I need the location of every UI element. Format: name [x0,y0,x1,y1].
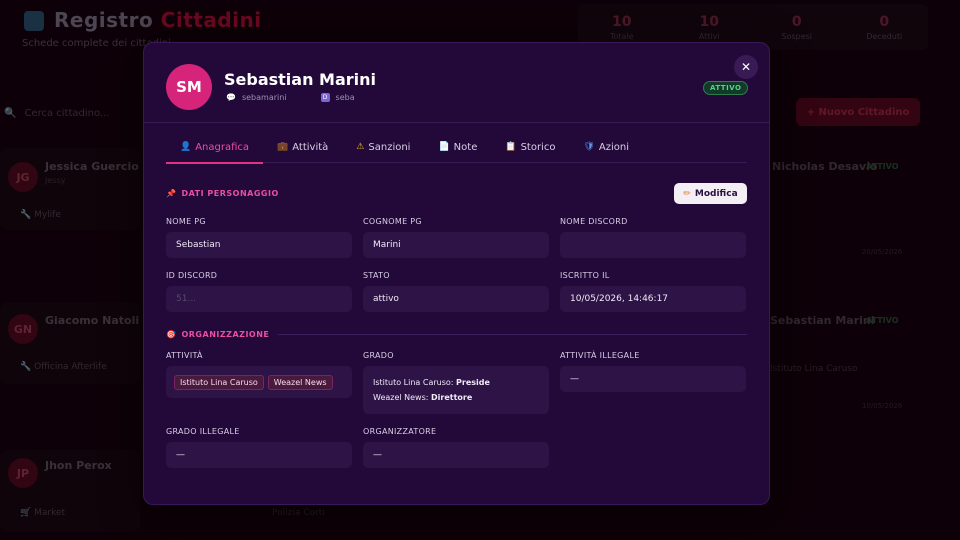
field-label-stato: STATO [363,271,390,280]
citizen-name: Sebastian Marini [224,70,377,89]
avatar: SM [166,64,212,110]
tab-note[interactable]: 📄 Note [424,131,491,163]
modal-header: SM Sebastian Marini 💬 sebamarini D seba … [144,43,769,123]
citizen-detail-modal: SM Sebastian Marini 💬 sebamarini D seba … [143,42,770,505]
grade-line: Weazel News: Direttore [373,393,473,402]
field-cognome-pg: Marini [363,232,549,258]
citizen-discord: seba [335,93,355,102]
field-nome-discord [560,232,746,258]
section-title-personaggio: 📌 DATI PERSONAGGIO [166,189,279,198]
clipboard-icon: 📋 [505,142,517,152]
citizen-handle: sebamarini [241,93,287,102]
field-attivita-illegale: — [560,366,746,392]
field-label-attivita: ATTIVITÀ [166,351,203,360]
field-label-nome-discord: NOME DISCORD [560,217,628,226]
pencil-icon: ✏ [683,188,691,199]
citizen-meta: 💬 sebamarini D seba [226,93,355,102]
briefcase-icon: 💼 [277,142,289,152]
field-grado: Istituto Lina Caruso: Preside Weazel New… [363,366,549,414]
field-label-grado-illegale: GRADO ILLEGALE [166,427,240,436]
shield-icon: 🛡 [583,142,595,152]
field-iscritto-il: 10/05/2026, 14:46:17 [560,286,746,312]
field-label-iscritto-il: ISCRITTO IL [560,271,610,280]
warning-icon: ⚠ [356,142,365,152]
document-icon: 📄 [438,142,450,152]
field-grado-illegale: — [166,442,352,468]
edit-button[interactable]: ✏ Modifica [674,183,747,204]
field-id-discord: 51... [166,286,352,312]
field-attivita: Istituto Lina Caruso Weazel News [166,366,352,398]
close-button[interactable]: ✕ [734,55,758,79]
person-icon: 👤 [180,142,192,152]
tab-bar: 👤 Anagrafica 💼 Attività ⚠ Sanzioni 📄 Note 📋 S… [166,131,747,164]
tab-anagrafica[interactable]: 👤 Anagrafica [166,131,264,164]
tab-azioni[interactable]: 🛡 Azioni [569,131,643,163]
field-label-attivita-illegale: ATTIVITÀ ILLEGALE [560,351,640,360]
activity-tag: Istituto Lina Caruso [174,374,264,390]
activity-tag: Weazel News [267,374,333,390]
field-label-id-discord: ID DISCORD [166,271,218,280]
tab-storico[interactable]: 📋 Storico [491,131,569,163]
target-icon: 🎯 [166,330,177,339]
status-badge: ATTIVO [703,81,749,95]
field-stato: attivo [363,286,549,312]
field-label-cognome-pg: COGNOME PG [363,217,422,226]
field-nome-pg: Sebastian [166,232,352,258]
field-label-grado: GRADO [363,351,394,360]
section-divider [278,334,747,335]
field-organizzatore: — [363,442,549,468]
tab-attivita[interactable]: 💼 Attività [263,131,342,163]
field-label-organizzatore: ORGANIZZATORE [363,427,437,436]
grade-line: Istituto Lina Caruso: Preside [373,378,490,387]
discord-icon: D [320,93,330,102]
field-label-nome-pg: NOME PG [166,217,206,226]
close-icon: ✕ [740,60,752,74]
tab-sanzioni[interactable]: ⚠ Sanzioni [342,131,424,163]
chat-icon: 💬 [226,93,236,102]
pin-icon: 📌 [166,189,177,198]
section-title-organizzazione: 🎯 ORGANIZZAZIONE [166,330,270,339]
